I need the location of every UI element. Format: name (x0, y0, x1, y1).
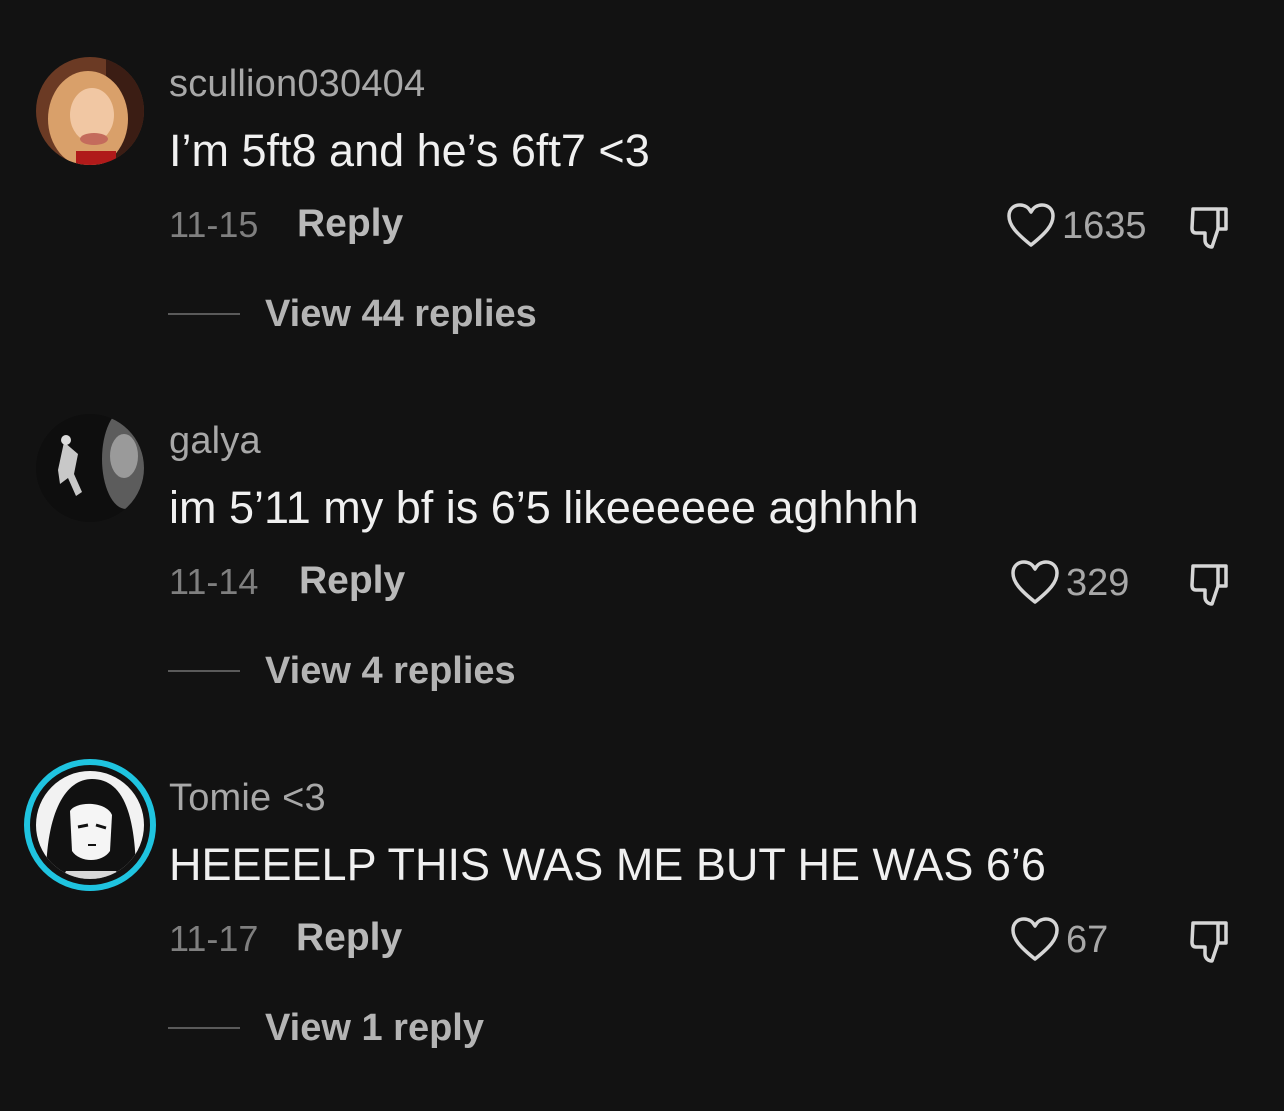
username[interactable]: Tomie <3 (169, 775, 326, 821)
avatar[interactable] (24, 759, 156, 891)
like-count: 329 (1066, 562, 1130, 604)
comment-date: 11-17 (169, 918, 259, 959)
thumbs-down-icon (1190, 921, 1228, 963)
like-button[interactable]: 67 (1010, 914, 1108, 966)
reply-button[interactable]: Reply (297, 201, 403, 247)
comment-text: I’m 5ft8 and he’s 6ft7 <3 (169, 125, 650, 176)
divider-line (168, 670, 240, 672)
like-count: 67 (1066, 919, 1109, 961)
comment-date: 11-15 (169, 204, 259, 245)
heart-icon (1011, 560, 1059, 604)
comment-text: HEEEELP THIS WAS ME BUT HE WAS 6’6 (169, 839, 1046, 890)
view-replies-button[interactable]: View 4 replies (168, 648, 516, 694)
view-replies-button[interactable]: View 44 replies (168, 291, 537, 337)
comment-item: galya im 5’11 my bf is 6’5 likeeeeee agh… (0, 414, 1284, 754)
username[interactable]: galya (169, 418, 261, 464)
like-button[interactable]: 329 (1010, 557, 1129, 609)
thumbs-down-icon (1190, 207, 1228, 249)
avatar-photo-icon (36, 771, 144, 879)
view-replies-label: View 44 replies (265, 293, 537, 335)
heart-icon (1011, 917, 1059, 961)
divider-line (168, 313, 240, 315)
like-count: 1635 (1062, 205, 1147, 247)
reply-button[interactable]: Reply (296, 915, 402, 961)
comment-text: im 5’11 my bf is 6’5 likeeeeee aghhhh (169, 482, 919, 533)
dislike-button[interactable] (1188, 917, 1236, 965)
avatar[interactable] (36, 57, 144, 165)
username[interactable]: scullion030404 (169, 61, 425, 107)
divider-line (168, 1027, 240, 1029)
comment-item: Tomie <3 HEEEELP THIS WAS ME BUT HE WAS … (0, 759, 1284, 1111)
reply-button[interactable]: Reply (299, 558, 405, 604)
avatar-photo-icon (36, 57, 144, 165)
heart-icon (1007, 203, 1055, 247)
view-replies-button[interactable]: View 1 reply (168, 1005, 484, 1051)
dislike-button[interactable] (1188, 560, 1236, 608)
view-replies-label: View 1 reply (265, 1007, 484, 1049)
avatar[interactable] (36, 414, 144, 522)
comment-date: 11-14 (169, 561, 259, 602)
view-replies-label: View 4 replies (265, 650, 516, 692)
comment-item: scullion030404 I’m 5ft8 and he’s 6ft7 <3… (0, 57, 1284, 397)
like-button[interactable]: 1635 (1006, 200, 1147, 252)
thumbs-down-icon (1190, 564, 1228, 606)
dislike-button[interactable] (1188, 203, 1236, 251)
avatar-photo-icon (36, 414, 144, 522)
